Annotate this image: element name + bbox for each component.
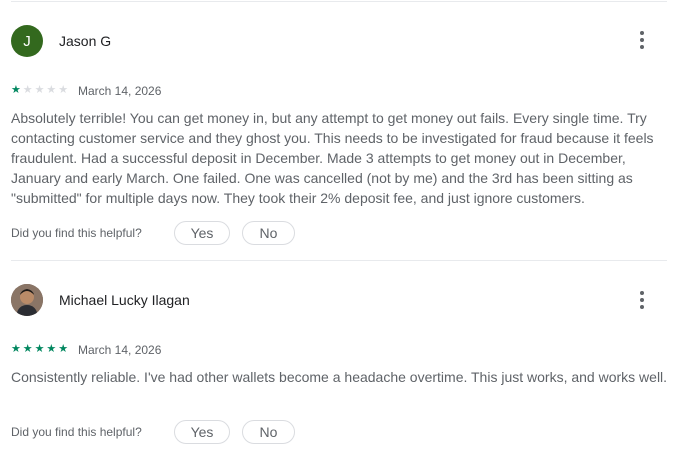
star-icon: ★	[22, 342, 33, 355]
star-icon: ★	[22, 83, 33, 96]
avatar: J	[11, 25, 43, 57]
helpful-yes-button[interactable]: Yes	[174, 221, 230, 245]
review-text: Consistently reliable. I've had other wa…	[11, 369, 668, 385]
helpful-yes-button[interactable]: Yes	[174, 420, 230, 444]
helpful-prompt: Did you find this helpful?	[11, 425, 142, 439]
star-icon: ★	[11, 83, 21, 96]
star-rating: ★ ★ ★ ★ ★	[11, 84, 70, 96]
star-icon: ★	[34, 83, 45, 96]
more-options-icon[interactable]	[630, 28, 654, 52]
avatar-letter: J	[23, 32, 31, 50]
star-icon: ★	[46, 342, 57, 355]
avatar	[11, 284, 43, 316]
star-icon: ★	[46, 83, 57, 96]
more-options-icon[interactable]	[630, 288, 654, 312]
star-icon: ★	[58, 342, 69, 355]
star-icon: ★	[34, 342, 45, 355]
review-card: Michael Lucky Ilagan ★ ★ ★ ★ ★ March 14, 202…	[0, 261, 679, 463]
avatar-photo	[11, 284, 43, 316]
star-rating: ★ ★ ★ ★ ★	[11, 343, 70, 355]
author-name: Jason G	[59, 33, 112, 49]
review-card: J Jason G ★ ★ ★ ★ ★ March 14, 2026 Absolutel…	[0, 0, 679, 260]
star-icon: ★	[11, 342, 21, 355]
star-icon: ★	[58, 83, 69, 96]
review-text: Absolutely terrible! You can get money i…	[11, 110, 654, 206]
review-date: March 14, 2026	[78, 343, 162, 357]
helpful-no-button[interactable]: No	[242, 420, 295, 444]
helpful-no-button[interactable]: No	[242, 221, 295, 245]
author-name: Michael Lucky Ilagan	[59, 292, 190, 308]
review-date: March 14, 2026	[78, 84, 162, 98]
helpful-prompt: Did you find this helpful?	[11, 226, 142, 240]
